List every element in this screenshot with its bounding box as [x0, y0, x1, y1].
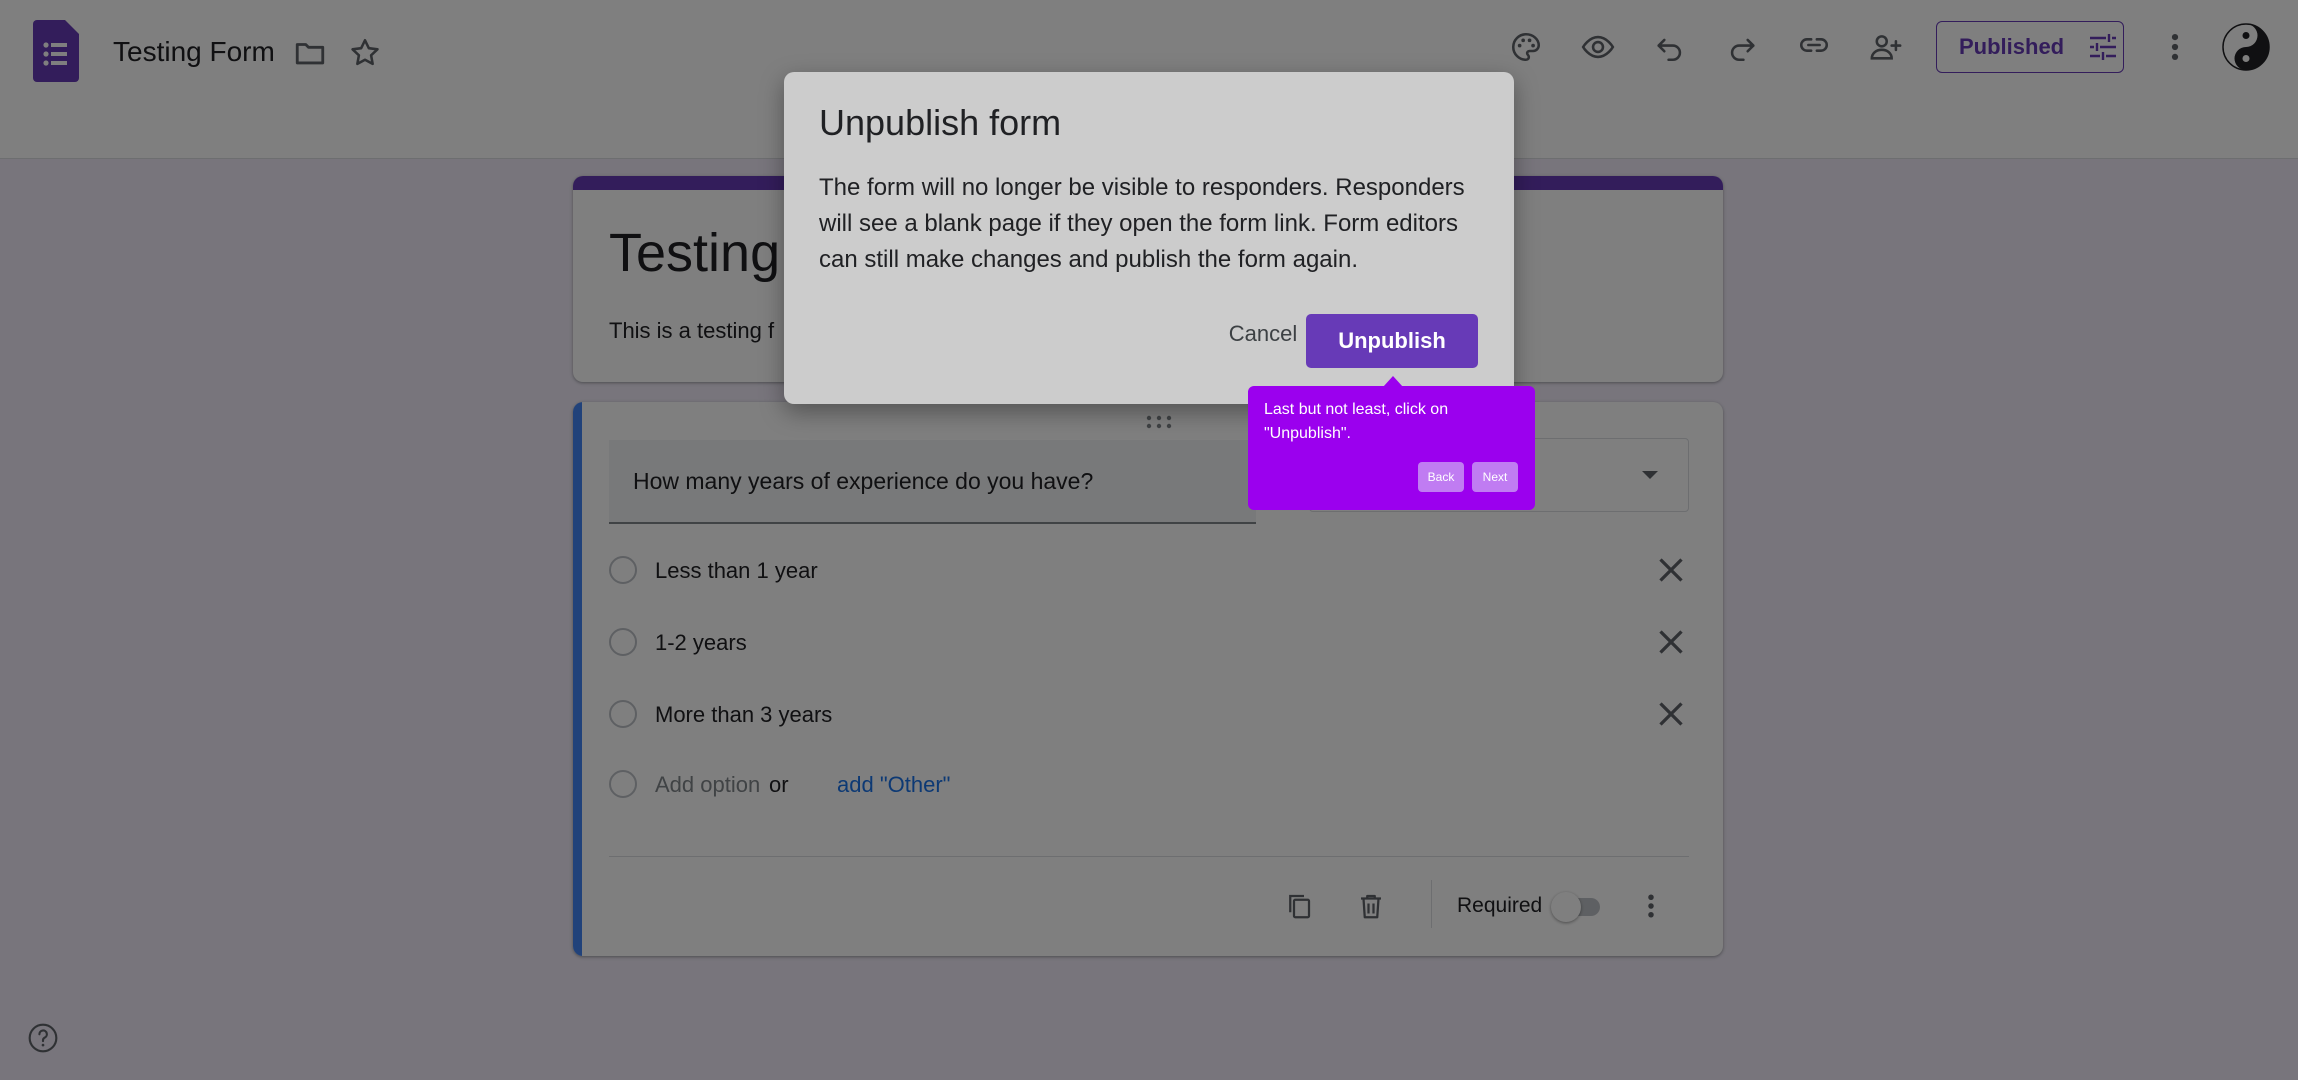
- unpublish-dialog: Unpublish form The form will no longer b…: [784, 72, 1514, 404]
- dialog-body: The form will no longer be visible to re…: [819, 174, 1465, 273]
- tour-next-button[interactable]: Next: [1472, 462, 1518, 492]
- tour-tooltip: Last but not least, click on "Unpublish"…: [1248, 386, 1535, 510]
- tour-text: Last but not least, click on "Unpublish"…: [1264, 401, 1449, 442]
- unpublish-button[interactable]: Unpublish: [1306, 314, 1478, 368]
- tour-back-button[interactable]: Back: [1418, 462, 1464, 492]
- dialog-title: Unpublish form: [819, 102, 1062, 143]
